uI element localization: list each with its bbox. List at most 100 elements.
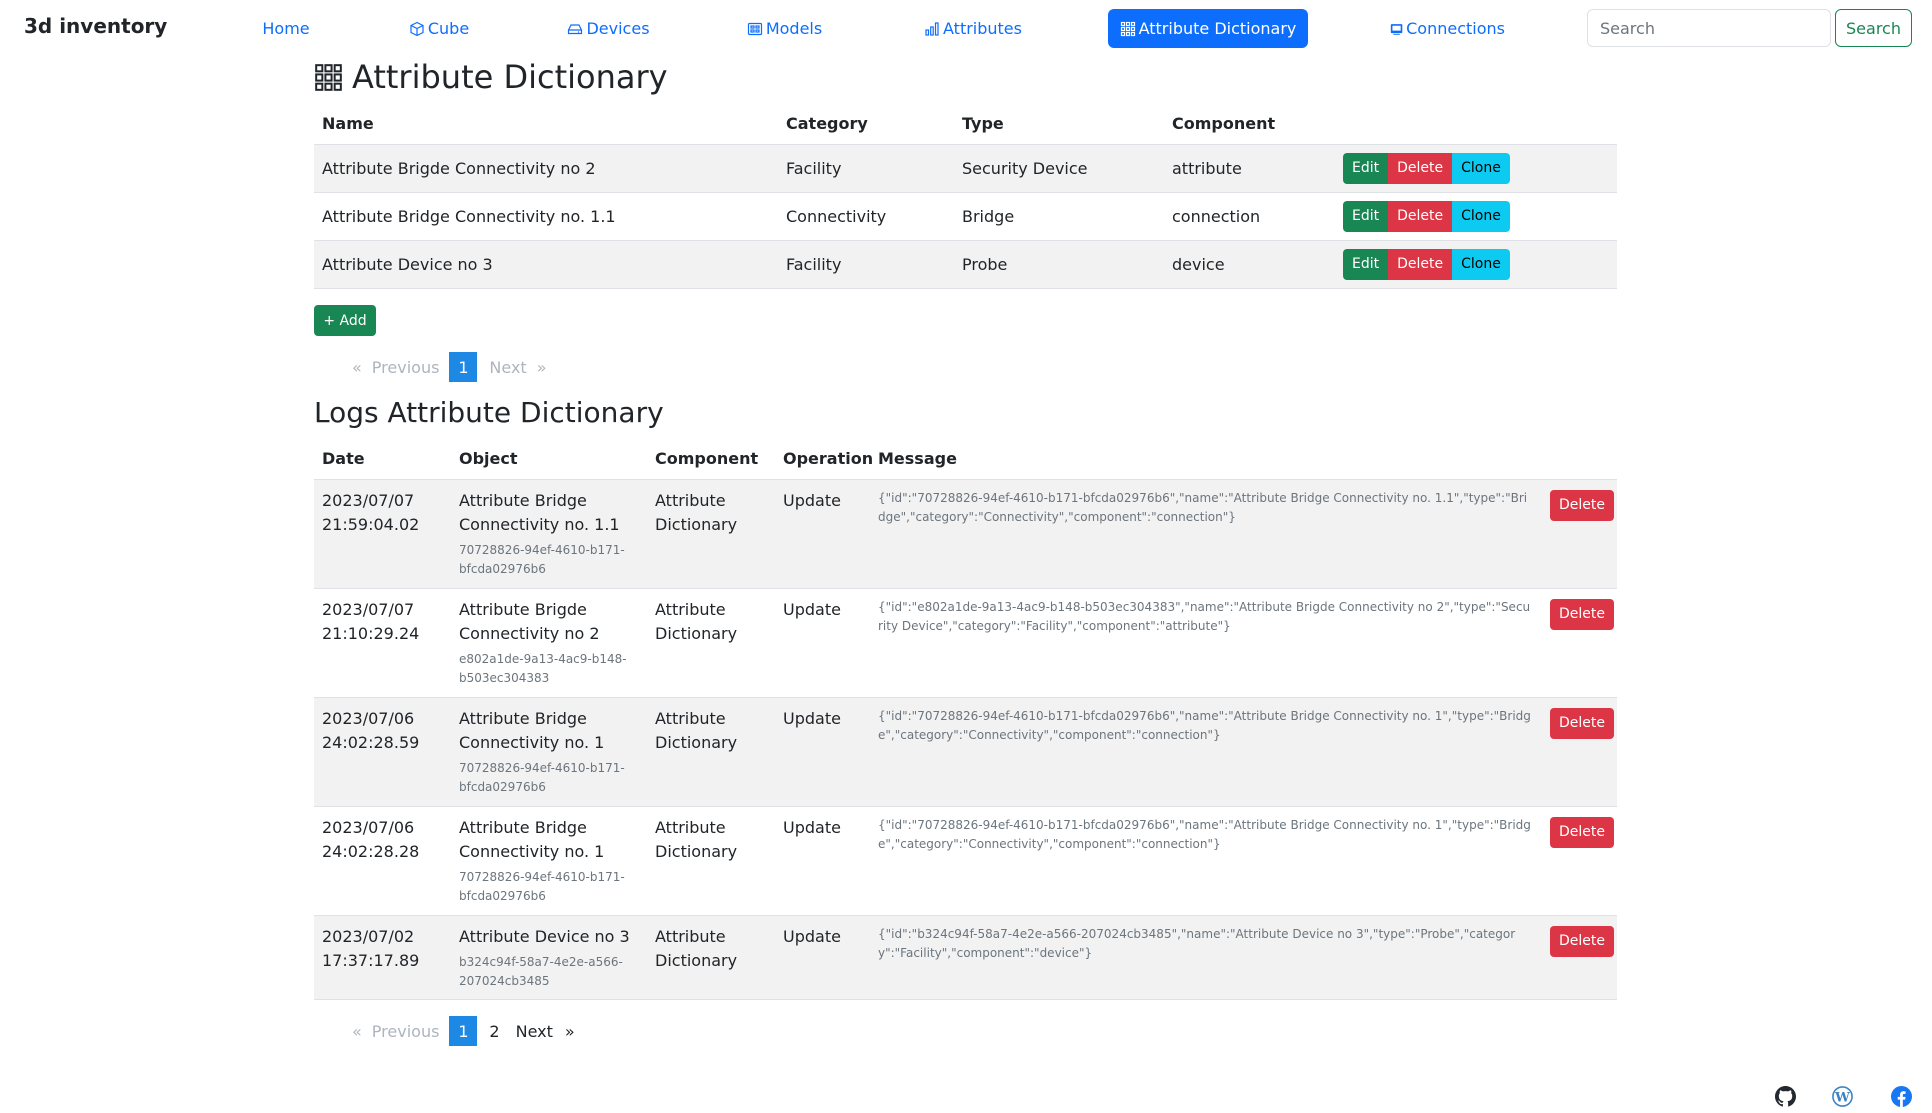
- log-object-id: e802a1de-9a13-4ac9-b148-b503ec304383: [459, 651, 627, 685]
- nav-attribute-dictionary[interactable]: Attribute Dictionary: [1108, 9, 1308, 48]
- log-delete-button[interactable]: Delete: [1550, 925, 1614, 957]
- edit-button[interactable]: Edit: [1343, 200, 1389, 232]
- table-row: Attribute Brigde Connectivity no 2 Facil…: [314, 144, 1617, 192]
- log-action-cell: Delete: [1542, 697, 1617, 806]
- pagination-next[interactable]: Next: [489, 358, 526, 377]
- log-row: 2023/07/07 21:59:04.02 Attribute Bridge …: [314, 479, 1617, 588]
- log-component: Attribute Dictionary: [655, 599, 738, 643]
- grid-icon: [1120, 21, 1135, 36]
- log-date: 2023/07/02: [322, 926, 415, 946]
- pagination-page-1[interactable]: 1: [449, 1016, 478, 1046]
- log-delete-button[interactable]: Delete: [1550, 707, 1614, 739]
- cell-component: attribute: [1172, 158, 1242, 178]
- cell-category: Facility: [786, 254, 842, 274]
- cell-name: Attribute Bridge Connectivity no. 1.1: [322, 206, 616, 226]
- wordpress-icon[interactable]: W: [1832, 1086, 1853, 1107]
- header-operation: Operation: [783, 449, 874, 469]
- pagination-previous[interactable]: Previous: [372, 1022, 440, 1041]
- log-row: 2023/07/06 24:02:28.59 Attribute Bridge …: [314, 697, 1617, 806]
- grid-icon: [315, 63, 342, 91]
- nav-cube-label: Cube: [427, 19, 470, 38]
- nav-models[interactable]: Models: [746, 9, 823, 48]
- log-component: Attribute Dictionary: [655, 926, 738, 970]
- header-component: Component: [655, 449, 759, 469]
- nav-devices[interactable]: Devices: [566, 9, 651, 48]
- nav-attribute-dictionary-label: Attribute Dictionary: [1138, 19, 1297, 38]
- log-delete-button[interactable]: Delete: [1550, 489, 1614, 521]
- dictionary-table: Name Category Type Component Attribute B…: [314, 104, 1617, 289]
- log-delete-button[interactable]: Delete: [1550, 598, 1614, 630]
- log-date-cell: 2023/07/07 21:59:04.02: [314, 479, 451, 588]
- header-date: Date: [322, 449, 365, 469]
- log-row: 2023/07/07 21:10:29.24 Attribute Brigde …: [314, 588, 1617, 697]
- brand-logo[interactable]: 3d inventory: [24, 14, 167, 38]
- pagination-prev-arrow[interactable]: «: [352, 358, 362, 377]
- log-time: 21:10:29.24: [322, 623, 420, 643]
- nav-cube[interactable]: Cube: [408, 9, 470, 48]
- log-date: 2023/07/06: [322, 708, 415, 728]
- cell-actions: Edit Delete Clone: [1335, 144, 1617, 192]
- nav-connections-label: Connections: [1406, 19, 1505, 38]
- dictionary-header-row: Name Category Type Component: [314, 104, 1617, 144]
- clone-button[interactable]: Clone: [1452, 248, 1510, 280]
- log-object: Attribute Bridge Connectivity no. 1: [459, 708, 605, 752]
- models-icon: [747, 22, 762, 35]
- pagination-page-2[interactable]: 2: [489, 1022, 499, 1041]
- edit-button[interactable]: Edit: [1343, 248, 1389, 280]
- clone-button[interactable]: Clone: [1452, 152, 1510, 184]
- delete-button[interactable]: Delete: [1388, 200, 1453, 232]
- log-delete-button[interactable]: Delete: [1550, 816, 1614, 848]
- header-name: Name: [322, 114, 374, 134]
- log-date: 2023/07/06: [322, 817, 415, 837]
- log-date: 2023/07/07: [322, 490, 415, 510]
- pagination-next-arrow[interactable]: »: [565, 1022, 575, 1041]
- nav-devices-label: Devices: [586, 19, 650, 38]
- navbar: 3d inventory Home Cube Devices Models At…: [0, 0, 1932, 56]
- log-message-cell: {"id":"e802a1de-9a13-4ac9-b148-b503ec304…: [870, 588, 1542, 697]
- log-date-cell: 2023/07/06 24:02:28.59: [314, 697, 451, 806]
- header-type: Type: [962, 114, 1004, 134]
- delete-button[interactable]: Delete: [1388, 152, 1453, 184]
- search-button[interactable]: Search: [1835, 9, 1912, 47]
- log-object: Attribute Brigde Connectivity no 2: [459, 599, 600, 643]
- cell-category: Facility: [786, 158, 842, 178]
- bar-chart-icon: [925, 21, 939, 36]
- pagination-previous[interactable]: Previous: [372, 358, 440, 377]
- nav-home[interactable]: Home: [255, 9, 317, 48]
- table-row: Attribute Bridge Connectivity no. 1.1 Co…: [314, 192, 1617, 240]
- log-object: Attribute Bridge Connectivity no. 1.1: [459, 490, 620, 534]
- log-date-cell: 2023/07/06 24:02:28.28: [314, 806, 451, 915]
- pagination-page-1[interactable]: 1: [449, 352, 478, 382]
- edit-button[interactable]: Edit: [1343, 152, 1389, 184]
- pagination-next[interactable]: Next: [516, 1022, 553, 1041]
- log-message: {"id":"70728826-94ef-4610-b171-bfcda0297…: [878, 708, 1531, 742]
- header-category: Category: [786, 114, 868, 134]
- log-component: Attribute Dictionary: [655, 490, 738, 534]
- cell-name: Attribute Device no 3: [322, 254, 493, 274]
- log-action-cell: Delete: [1542, 588, 1617, 697]
- log-operation: Update: [783, 490, 841, 510]
- row-actions: Edit Delete Clone: [1343, 200, 1510, 232]
- nav-attributes[interactable]: Attributes: [924, 9, 1022, 48]
- facebook-icon[interactable]: [1891, 1086, 1912, 1107]
- clone-button[interactable]: Clone: [1452, 200, 1510, 232]
- nav-connections[interactable]: Connections: [1390, 9, 1505, 48]
- delete-button[interactable]: Delete: [1388, 248, 1453, 280]
- header-message: Message: [878, 449, 957, 469]
- logs-table: Date Object Component Operation Message …: [314, 439, 1617, 1000]
- log-component: Attribute Dictionary: [655, 817, 738, 861]
- pagination-next-arrow[interactable]: »: [537, 358, 547, 377]
- header-log-actions: [1542, 439, 1617, 479]
- log-message: {"id":"70728826-94ef-4610-b171-bfcda0297…: [878, 817, 1531, 851]
- log-time: 21:59:04.02: [322, 514, 420, 534]
- search-input[interactable]: [1587, 9, 1831, 47]
- cell-category: Connectivity: [786, 206, 887, 226]
- github-icon[interactable]: [1775, 1086, 1796, 1107]
- connections-icon: [1390, 23, 1403, 35]
- cell-component: connection: [1172, 206, 1261, 226]
- log-action-cell: Delete: [1542, 915, 1617, 999]
- cell-actions: Edit Delete Clone: [1335, 240, 1617, 288]
- pagination-prev-arrow[interactable]: «: [352, 1022, 362, 1041]
- log-operation: Update: [783, 708, 841, 728]
- add-button[interactable]: + Add: [314, 305, 376, 336]
